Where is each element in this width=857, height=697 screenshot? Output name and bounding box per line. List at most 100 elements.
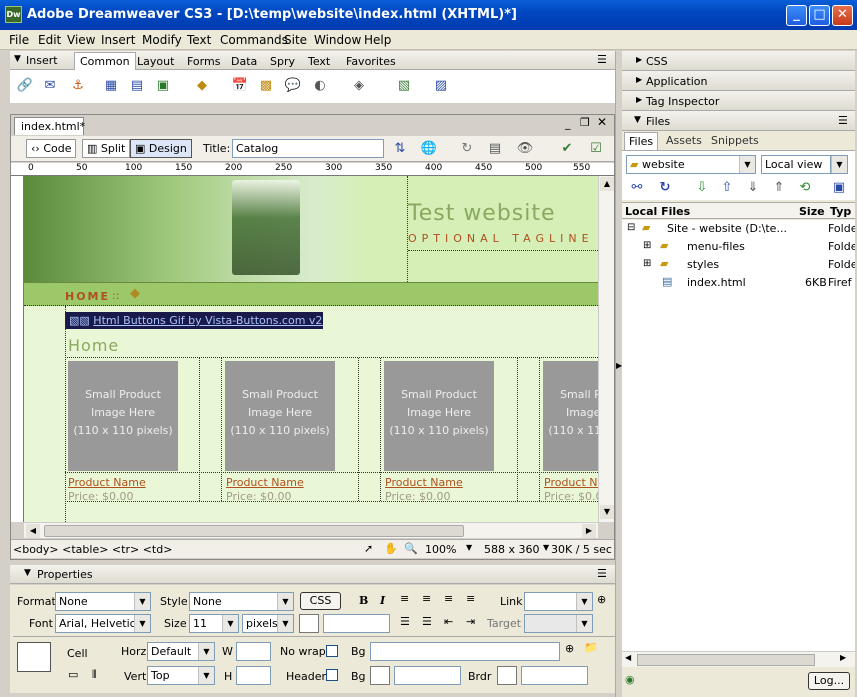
tab-layout[interactable]: Layout bbox=[137, 55, 174, 68]
scroll-thumb[interactable] bbox=[637, 654, 815, 666]
menu-edit[interactable]: Edit bbox=[38, 33, 61, 47]
synchronize-icon[interactable]: ⟲ bbox=[795, 178, 815, 198]
border-color-input[interactable] bbox=[521, 666, 588, 685]
scroll-down-icon[interactable]: ▼ bbox=[600, 505, 614, 519]
select-tool-icon[interactable]: ➚ bbox=[364, 542, 373, 555]
panel-options-icon[interactable]: ☰ bbox=[838, 114, 848, 127]
hand-tool-icon[interactable]: ✋ bbox=[384, 542, 398, 555]
put-files-icon[interactable]: ⇧ bbox=[717, 178, 737, 198]
merge-cells-icon[interactable]: ▭ bbox=[68, 668, 78, 681]
point-to-file-icon[interactable]: ⊕ bbox=[565, 642, 574, 655]
target-select[interactable]: ▼ bbox=[524, 614, 593, 633]
title-input[interactable]: Catalog bbox=[232, 139, 384, 158]
scroll-right-icon[interactable]: ▶ bbox=[582, 524, 596, 538]
files-horizontal-scrollbar[interactable]: ◀ ▶ bbox=[622, 651, 855, 667]
refresh-icon[interactable]: ↻ bbox=[457, 139, 477, 159]
expand-panel-icon[interactable]: ▣ bbox=[829, 178, 849, 198]
tab-data[interactable]: Data bbox=[231, 55, 257, 68]
col-local-files[interactable]: Local Files bbox=[625, 205, 690, 218]
doc-minimize-icon[interactable]: _ bbox=[565, 117, 571, 130]
bg-color-picker[interactable] bbox=[370, 666, 390, 685]
vert-select[interactable]: Top ▼ bbox=[147, 666, 215, 685]
menu-modify[interactable]: Modify bbox=[142, 33, 182, 47]
expand-icon[interactable]: ⊞ bbox=[643, 240, 651, 251]
nav-home-link[interactable]: HOME bbox=[65, 290, 110, 303]
media-icon[interactable]: ◆ bbox=[192, 76, 212, 96]
maximize-button[interactable]: □ bbox=[809, 5, 830, 26]
format-select[interactable]: None ▼ bbox=[55, 592, 151, 611]
align-right-icon[interactable]: ≡ bbox=[444, 592, 453, 605]
product-name-link[interactable]: Product Name bbox=[226, 476, 304, 489]
preview-browser-icon[interactable]: 🌐 bbox=[419, 139, 439, 159]
panel-options-icon[interactable]: ☰ bbox=[597, 567, 607, 580]
tab-forms[interactable]: Forms bbox=[187, 55, 220, 68]
border-color-picker[interactable] bbox=[497, 666, 517, 685]
nav-banner[interactable]: ▧▧ Html Buttons Gif by Vista-Buttons.com… bbox=[65, 312, 323, 329]
header-checkbox[interactable] bbox=[326, 669, 338, 681]
col-type[interactable]: Typ bbox=[830, 205, 851, 218]
tab-common[interactable]: Common bbox=[74, 52, 136, 70]
tree-row[interactable]: ⊞ ▰ menu-files Folde bbox=[622, 238, 855, 256]
check-in-icon[interactable]: ⇑ bbox=[769, 178, 789, 198]
script-icon[interactable]: ◈ bbox=[349, 76, 369, 96]
menu-file[interactable]: File bbox=[9, 33, 29, 47]
document-tab[interactable]: index.html* bbox=[14, 117, 85, 135]
scroll-thumb[interactable] bbox=[44, 525, 464, 537]
zoom-dropdown-icon[interactable]: ▼ bbox=[466, 543, 472, 552]
horz-select[interactable]: Default ▼ bbox=[147, 642, 215, 661]
tree-row[interactable]: ⊞ ▰ styles Folde bbox=[622, 256, 855, 274]
templates-icon[interactable]: ▧ bbox=[394, 76, 414, 96]
menu-window[interactable]: Window bbox=[314, 33, 361, 47]
minimize-button[interactable]: _ bbox=[786, 5, 807, 26]
view-options-icon[interactable]: ▤ bbox=[485, 139, 505, 159]
view-select[interactable]: Local view bbox=[761, 155, 831, 174]
expand-icon[interactable]: ⊞ bbox=[643, 258, 651, 269]
application-panel-header[interactable]: ▶ Application bbox=[622, 71, 855, 91]
menu-insert[interactable]: Insert bbox=[101, 33, 135, 47]
split-view-button[interactable]: ▥ Split bbox=[82, 139, 131, 158]
close-button[interactable]: ✕ bbox=[832, 5, 853, 26]
horizontal-scrollbar[interactable]: ◀ ▶ bbox=[24, 522, 598, 538]
head-icon[interactable]: ◐ bbox=[310, 76, 330, 96]
menu-help[interactable]: Help bbox=[364, 33, 391, 47]
tab-favorites[interactable]: Favorites bbox=[346, 55, 396, 68]
design-canvas[interactable]: Test website OPTIONAL TAGLINE HOME :: ◆ … bbox=[24, 176, 598, 522]
font-select[interactable]: Arial, Helvetica ▼ bbox=[55, 614, 151, 633]
link-input[interactable]: ▼ bbox=[524, 592, 593, 611]
date-icon[interactable]: 📅 bbox=[230, 76, 250, 96]
email-link-icon[interactable]: ✉ bbox=[40, 76, 60, 96]
tag-selector[interactable]: <body> <table> <tr> <td> bbox=[13, 543, 172, 556]
tab-spry[interactable]: Spry bbox=[270, 55, 295, 68]
validate-icon[interactable]: ✔ bbox=[557, 139, 577, 159]
site-select[interactable]: ▰ website ▼ bbox=[626, 155, 756, 174]
indent-icon[interactable]: ⇥ bbox=[466, 615, 475, 628]
get-files-icon[interactable]: ⇩ bbox=[692, 178, 712, 198]
col-size[interactable]: Size bbox=[799, 205, 825, 218]
image-icon[interactable]: ▣ bbox=[153, 76, 173, 96]
check-browser-icon[interactable]: ☑ bbox=[586, 139, 606, 159]
nowrap-checkbox[interactable] bbox=[326, 645, 338, 657]
files-panel-header[interactable]: ▼ Files ☰ bbox=[622, 111, 855, 131]
server-side-include-icon[interactable]: ▩ bbox=[256, 76, 276, 96]
collapse-arrow-icon[interactable]: ▼ bbox=[24, 568, 31, 578]
check-out-icon[interactable]: ⇓ bbox=[743, 178, 763, 198]
split-cell-icon[interactable]: ⫴ bbox=[92, 668, 97, 682]
doc-restore-icon[interactable]: ❐ bbox=[580, 116, 590, 129]
tab-assets[interactable]: Assets bbox=[666, 134, 702, 147]
align-justify-icon[interactable]: ≡ bbox=[466, 592, 475, 605]
comment-icon[interactable]: 💬 bbox=[283, 76, 303, 96]
menu-commands[interactable]: Commands bbox=[220, 33, 288, 47]
text-color-input[interactable] bbox=[323, 614, 390, 633]
hyperlink-icon[interactable]: 🔗 bbox=[15, 76, 35, 96]
product-name-link[interactable]: Product Name bbox=[544, 476, 598, 489]
bg-color-input[interactable] bbox=[394, 666, 461, 685]
bold-button[interactable]: B bbox=[359, 594, 368, 607]
table-icon[interactable]: ▦ bbox=[101, 76, 121, 96]
ordered-list-icon[interactable]: ☰ bbox=[422, 615, 432, 628]
named-anchor-icon[interactable]: ⚓ bbox=[68, 76, 88, 96]
scroll-left-icon[interactable]: ◀ bbox=[26, 524, 40, 538]
unordered-list-icon[interactable]: ☰ bbox=[400, 615, 410, 628]
align-center-icon[interactable]: ≡ bbox=[422, 592, 431, 605]
tree-row[interactable]: ⊟ ▰ Site - website (D:\te... Folde bbox=[622, 220, 855, 238]
tab-files[interactable]: Files bbox=[624, 132, 659, 150]
